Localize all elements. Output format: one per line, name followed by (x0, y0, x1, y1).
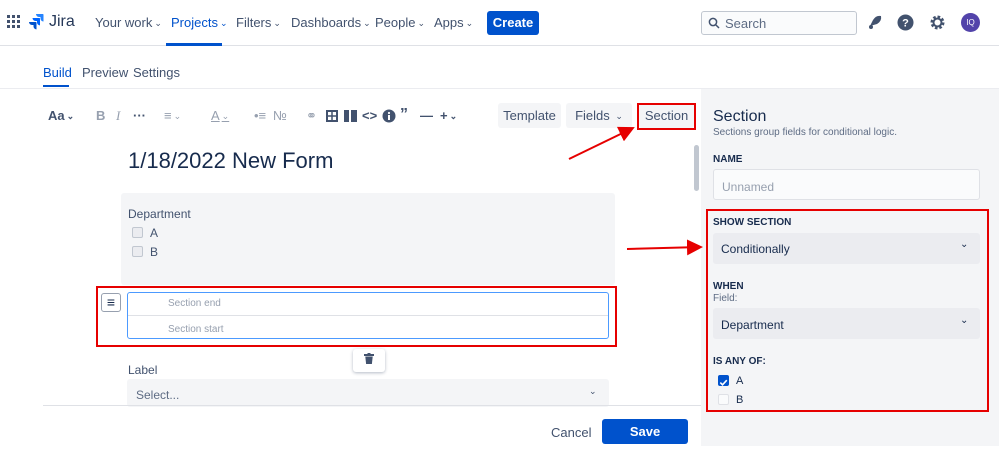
arrow-to-show-section (626, 239, 703, 256)
annotation-arrows (568, 126, 703, 256)
arrow-to-section-button (568, 126, 635, 160)
